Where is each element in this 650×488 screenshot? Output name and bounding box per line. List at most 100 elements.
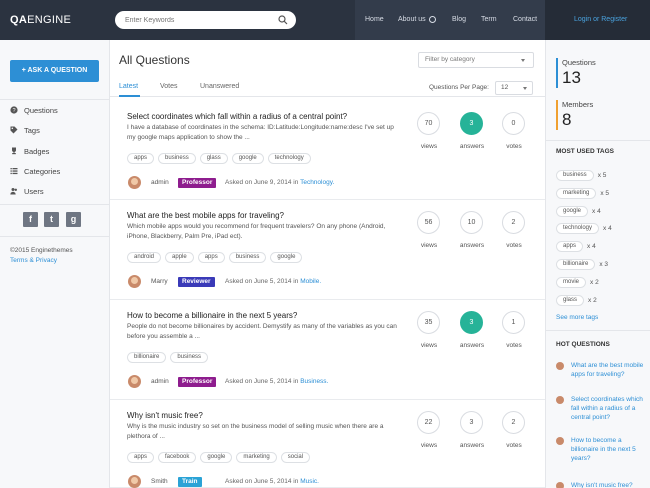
nav-contact[interactable]: Contact (513, 16, 537, 23)
hot-question-link[interactable]: Why isn't music free? (571, 481, 646, 488)
tag-chip[interactable]: business (170, 352, 209, 363)
sidebar-item-badges[interactable]: Badges (10, 145, 49, 157)
answers-label: answers (459, 242, 485, 249)
tab-votes[interactable]: Votes (160, 83, 178, 90)
questions-value: 13 (562, 68, 581, 87)
question-title[interactable]: Select coordinates which fall within a r… (127, 112, 347, 121)
tag-chip[interactable]: billionaire (127, 352, 167, 363)
tag-chip[interactable]: google (231, 153, 264, 164)
hot-question-link[interactable]: How to become a billionaire in the next … (571, 436, 646, 463)
tag-chip[interactable]: android (127, 252, 162, 263)
tag-chip[interactable]: apps (127, 153, 155, 164)
login-register-link[interactable]: Login or Register (574, 16, 627, 23)
nav-home[interactable]: Home (365, 16, 384, 23)
sidebar-item-questions[interactable]: ? Questions (10, 104, 58, 116)
search-icon[interactable] (278, 15, 288, 25)
tab-unanswered[interactable]: Unanswered (200, 83, 239, 90)
logo[interactable]: QAENGINE (10, 14, 71, 26)
divider (0, 204, 110, 205)
divider (0, 99, 110, 100)
question-title[interactable]: How to become a billionaire in the next … (127, 311, 297, 320)
avatar[interactable] (128, 375, 141, 388)
category-link[interactable]: Music. (300, 478, 319, 485)
question-excerpt: Why is the music industry so set on the … (127, 423, 384, 440)
questions-per-page-select[interactable]: 12 (495, 81, 533, 95)
search-input[interactable] (125, 14, 275, 26)
tag-chip[interactable]: movie (556, 276, 587, 288)
category-link[interactable]: Mobile. (300, 278, 321, 285)
facebook-icon[interactable]: f (23, 212, 38, 227)
tag-icon (10, 126, 18, 134)
avatar (556, 437, 564, 445)
tag-chip[interactable]: facebook (158, 452, 197, 463)
category-filter-select[interactable]: Filter by category (418, 52, 534, 68)
tag-chip[interactable]: business (228, 252, 267, 263)
right-sidebar: Questions 13 Members 8 MOST USED TAGS bu… (545, 40, 650, 488)
answers-label: answers (459, 442, 485, 449)
twitter-icon[interactable]: t (44, 212, 59, 227)
question-item: How to become a billionaire in the next … (110, 300, 545, 400)
tag-count-item: technology x 4 (556, 223, 612, 235)
caret-down-icon (523, 87, 527, 90)
tag-chip[interactable]: apps (556, 241, 584, 253)
nav-term[interactable]: Term (481, 16, 497, 23)
sidebar-item-users[interactable]: Users (10, 185, 44, 197)
views-label: views (420, 442, 438, 449)
tag-chip[interactable]: technology (267, 153, 311, 164)
google-plus-icon[interactable]: g (66, 212, 81, 227)
category-link[interactable]: Technology. (300, 179, 334, 186)
role-badge: Reviewer (178, 277, 215, 287)
role-badge: Train (178, 477, 202, 487)
tag-count: x 4 (592, 207, 601, 215)
tag-chip[interactable]: marketing (236, 452, 277, 463)
terms-link[interactable]: Terms & Privacy (10, 257, 57, 264)
tag-chip[interactable]: google (556, 205, 589, 217)
tag-chip[interactable]: glass (199, 153, 228, 164)
answers-count: 3 (460, 112, 483, 135)
author-name[interactable]: Smith (151, 478, 168, 485)
ask-question-button[interactable]: + ASK A QUESTION (10, 60, 99, 82)
author-name[interactable]: admin (151, 378, 169, 385)
question-excerpt: I have a database of coordinates in the … (127, 124, 394, 141)
question-title[interactable]: What are the best mobile apps for travel… (127, 211, 284, 220)
nav-blog[interactable]: Blog (452, 16, 466, 23)
chevron-down-icon[interactable] (429, 16, 436, 23)
tag-chip[interactable]: business (158, 153, 196, 164)
sidebar-item-tags[interactable]: Tags (10, 124, 40, 136)
tag-chip[interactable]: apple (165, 252, 194, 263)
avatar (556, 482, 564, 488)
tag-chip[interactable]: billionaire (556, 259, 596, 270)
tab-latest[interactable]: Latest (119, 83, 138, 90)
tag-chip[interactable]: google (200, 452, 233, 463)
author-name[interactable]: Marry (151, 278, 168, 285)
trophy-icon (12, 147, 16, 155)
search-box[interactable] (115, 11, 296, 29)
sidebar-item-categories[interactable]: Categories (10, 165, 60, 177)
views-count: 35 (417, 311, 440, 334)
hot-question-link[interactable]: Select coordinates which fall within a r… (571, 395, 646, 422)
filter-placeholder: Filter by category (425, 56, 475, 63)
hot-question-link[interactable]: What are the best mobile apps for travel… (571, 361, 646, 379)
tag-chip[interactable]: technology (556, 223, 600, 235)
tag-count: x 4 (603, 225, 612, 233)
question-tags: android apple apps business google (127, 252, 303, 263)
tag-chip[interactable]: social (280, 452, 311, 463)
see-more-tags-link[interactable]: See more tags (556, 314, 598, 321)
tag-chip[interactable]: google (270, 252, 303, 263)
tag-chip[interactable]: business (556, 170, 594, 181)
tag-chip[interactable]: glass (556, 294, 585, 306)
tag-chip[interactable]: apps (197, 252, 225, 263)
question-item: Select coordinates which fall within a r… (110, 101, 545, 200)
avatar[interactable] (128, 275, 141, 288)
sidebar-item-label: Users (24, 186, 44, 196)
category-link[interactable]: Business. (300, 378, 328, 385)
avatar[interactable] (128, 475, 141, 488)
asked-info: Asked on June 5, 2014 in Music. (225, 478, 319, 485)
tag-chip[interactable]: apps (127, 452, 155, 463)
nav-about[interactable]: About us (398, 16, 426, 23)
active-tab-indicator (119, 95, 140, 97)
tag-chip[interactable]: marketing (556, 187, 597, 199)
author-name[interactable]: admin (151, 179, 169, 186)
question-title[interactable]: Why isn't music free? (127, 411, 203, 420)
avatar[interactable] (128, 176, 141, 189)
